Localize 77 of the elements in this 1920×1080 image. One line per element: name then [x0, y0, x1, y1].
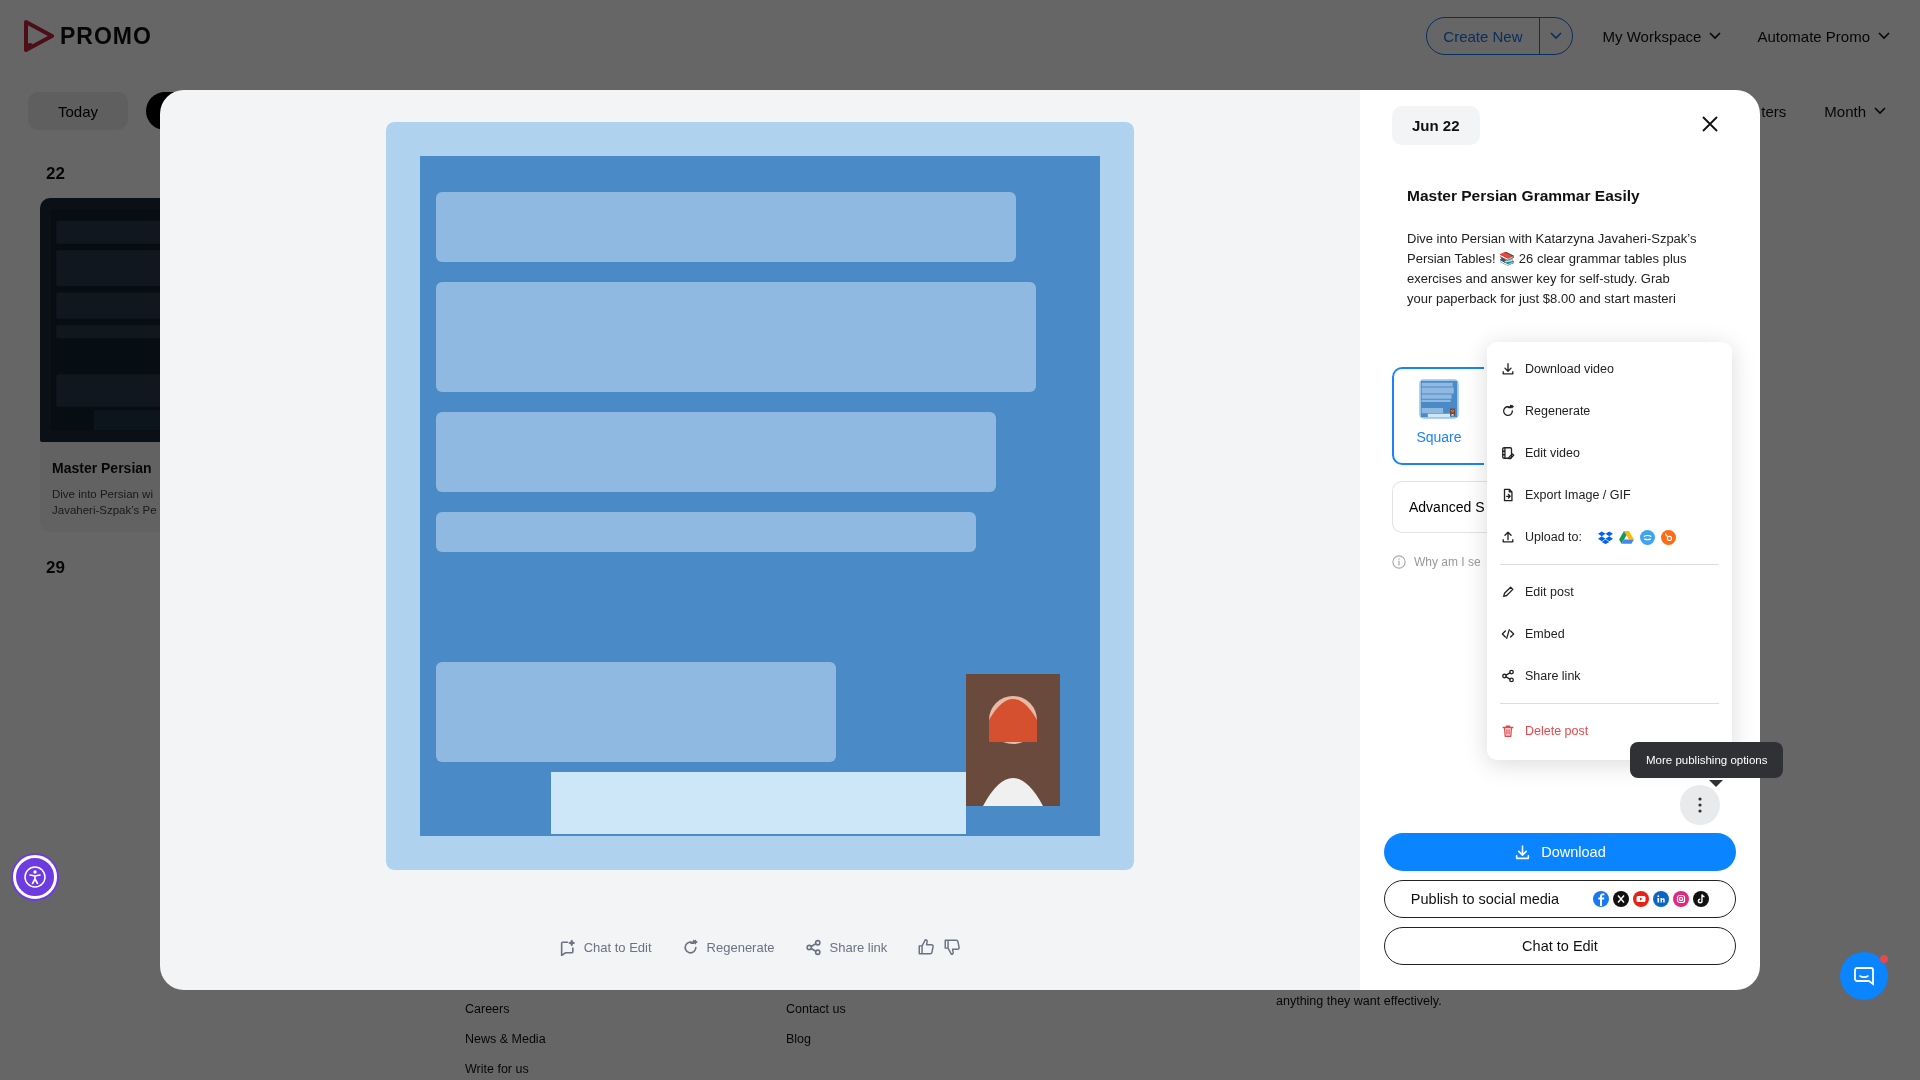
bubble-icon[interactable]: [1640, 529, 1655, 545]
instagram-icon[interactable]: [1673, 891, 1690, 907]
more-options-button[interactable]: [1680, 785, 1720, 825]
advanced-settings-button[interactable]: Advanced S: [1392, 481, 1487, 533]
file-export-icon: [1501, 488, 1515, 502]
film-edit-icon: [1501, 446, 1515, 460]
format-option[interactable]: Square: [1392, 367, 1484, 465]
video-action-button[interactable]: Chat to Edit: [558, 938, 652, 956]
menu-item[interactable]: Embed: [1487, 613, 1732, 655]
x-icon[interactable]: [1613, 891, 1630, 907]
caret-icon: [1549, 32, 1562, 40]
share-icon: [1501, 669, 1515, 683]
chat-icon: [1853, 965, 1875, 987]
post-description: Dive into Persian with Katarzyna Javaheri-Szpak’s Persian Tables! 📚 26 clear grammar tables plus exercises and answer key for self-study. Grab your paperback for just $8.00 and start masteri: [1407, 230, 1697, 308]
box-icon[interactable]: [1598, 530, 1613, 544]
tiktok-icon[interactable]: [1693, 891, 1710, 907]
thumbs-up-icon[interactable]: [917, 938, 936, 956]
menu-item[interactable]: Edit video: [1487, 432, 1732, 474]
caret-icon: [1878, 32, 1890, 40]
close-icon: [1702, 116, 1718, 132]
download-icon: [1514, 843, 1532, 861]
day-number: 29: [45, 557, 66, 579]
nav-dropdown[interactable]: My Workspace: [1596, 26, 1728, 46]
post-title: Master Persian Grammar Easily: [1407, 187, 1641, 205]
menu-item[interactable]: Edit post: [1487, 571, 1732, 613]
regenerate-icon: [681, 938, 699, 956]
chat-sparkle-icon: [558, 938, 576, 956]
menu-item[interactable]: Export Image / GIF: [1487, 474, 1732, 516]
play-logo-icon: [24, 20, 54, 52]
footer-link[interactable]: Careers: [465, 1002, 510, 1016]
month-dropdown[interactable]: Month: [1818, 101, 1892, 121]
youtube-icon[interactable]: [1633, 891, 1650, 907]
date-chip: Jun 22: [1392, 106, 1480, 145]
download-button[interactable]: Download: [1384, 833, 1736, 871]
chat-to-edit-button[interactable]: Chat to Edit: [1384, 927, 1736, 965]
code-icon: [1501, 627, 1515, 641]
caret-icon: [1874, 107, 1886, 115]
post-card[interactable]: Master Persian Dive into Persian wi Javaheri-Szpak’s Pe: [40, 198, 160, 532]
kebab-icon: [1698, 797, 1702, 813]
footer-link[interactable]: Blog: [786, 1032, 812, 1046]
menu-item[interactable]: Share link: [1487, 655, 1732, 697]
logo-text: PROMO: [60, 22, 152, 50]
linkedin-icon[interactable]: [1653, 891, 1670, 907]
sprocket-icon[interactable]: [1661, 529, 1676, 545]
trash-icon: [1501, 724, 1515, 738]
footer-link[interactable]: Write for us: [465, 1062, 529, 1076]
video-action-button[interactable]: Share link: [804, 938, 888, 956]
menu-item[interactable]: Regenerate: [1487, 390, 1732, 432]
nav-dropdown[interactable]: Automate Promo: [1751, 26, 1896, 46]
day-number: 22: [45, 163, 66, 185]
download-icon: [1501, 362, 1515, 376]
footer-link[interactable]: News & Media: [465, 1032, 546, 1046]
footer-text: anything they want effectively.: [1276, 994, 1443, 1008]
today-button[interactable]: Today: [28, 92, 128, 130]
share-icon: [804, 938, 822, 956]
menu-item[interactable]: Upload to:: [1487, 516, 1732, 558]
info-icon: [1392, 555, 1406, 569]
why-link[interactable]: Why am I se: [1414, 555, 1481, 569]
pencil-icon: [1501, 585, 1515, 599]
publish-button[interactable]: Publish to social media: [1384, 880, 1736, 918]
thumbs-down-icon[interactable]: [943, 938, 962, 956]
tooltip-arrow: [1709, 780, 1723, 787]
menu-item[interactable]: Download video: [1487, 348, 1732, 390]
post-description: Dive into Persian wi Javaheri-Szpak’s Pe: [51, 487, 158, 518]
upload-icon: [1501, 530, 1515, 544]
caret-icon: [1709, 32, 1722, 40]
post-title: Master Persian: [51, 459, 153, 478]
accessibility-button[interactable]: [13, 855, 57, 899]
regenerate-icon: [1501, 404, 1515, 418]
notification-dot: [1880, 955, 1888, 963]
triangle-icon[interactable]: [1619, 530, 1634, 544]
accessibility-icon: [23, 865, 47, 889]
tooltip: More publishing options: [1630, 742, 1784, 778]
filters-button[interactable]: ters: [1761, 102, 1787, 120]
facebook-icon[interactable]: [1593, 891, 1610, 907]
footer-link[interactable]: Contact us: [786, 1002, 846, 1016]
video-action-button[interactable]: Regenerate: [681, 938, 775, 956]
